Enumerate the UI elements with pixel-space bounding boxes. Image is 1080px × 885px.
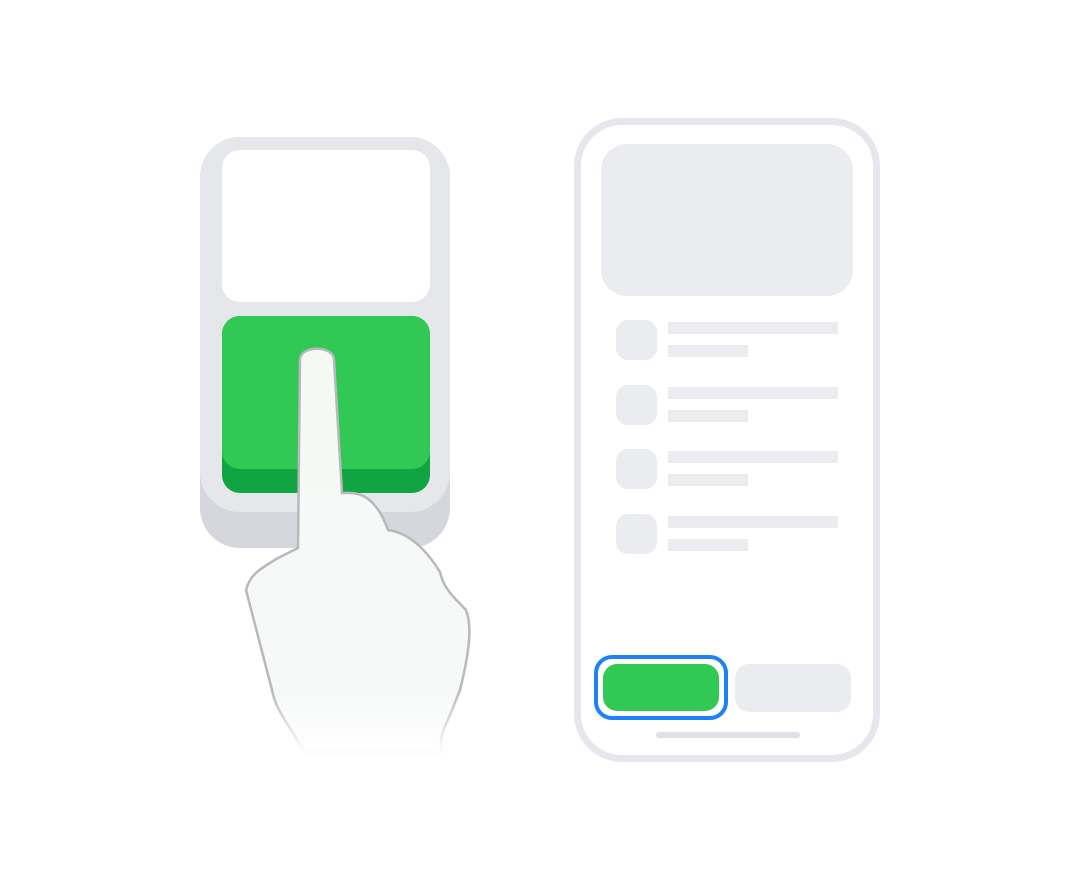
switch-button[interactable] bbox=[222, 316, 430, 469]
title-placeholder bbox=[668, 451, 838, 463]
home-indicator[interactable] bbox=[656, 732, 800, 738]
subtitle-placeholder bbox=[668, 539, 748, 551]
subtitle-placeholder bbox=[668, 345, 748, 357]
primary-action-button[interactable] bbox=[603, 664, 719, 711]
avatar-placeholder bbox=[616, 385, 657, 425]
header-card-placeholder bbox=[601, 144, 853, 296]
subtitle-placeholder bbox=[668, 410, 748, 422]
title-placeholder bbox=[668, 516, 838, 528]
avatar-placeholder bbox=[616, 514, 657, 554]
hand-pointing-icon bbox=[230, 347, 490, 755]
secondary-action-button[interactable] bbox=[735, 664, 851, 712]
list-item[interactable] bbox=[616, 514, 838, 554]
list-item[interactable] bbox=[616, 385, 838, 425]
list-item[interactable] bbox=[616, 449, 838, 489]
avatar-placeholder bbox=[616, 449, 657, 489]
switch-device-window bbox=[222, 150, 430, 302]
subtitle-placeholder bbox=[668, 474, 748, 486]
title-placeholder bbox=[668, 387, 838, 399]
list-item[interactable] bbox=[616, 320, 838, 360]
title-placeholder bbox=[668, 322, 838, 334]
avatar-placeholder bbox=[616, 320, 657, 360]
